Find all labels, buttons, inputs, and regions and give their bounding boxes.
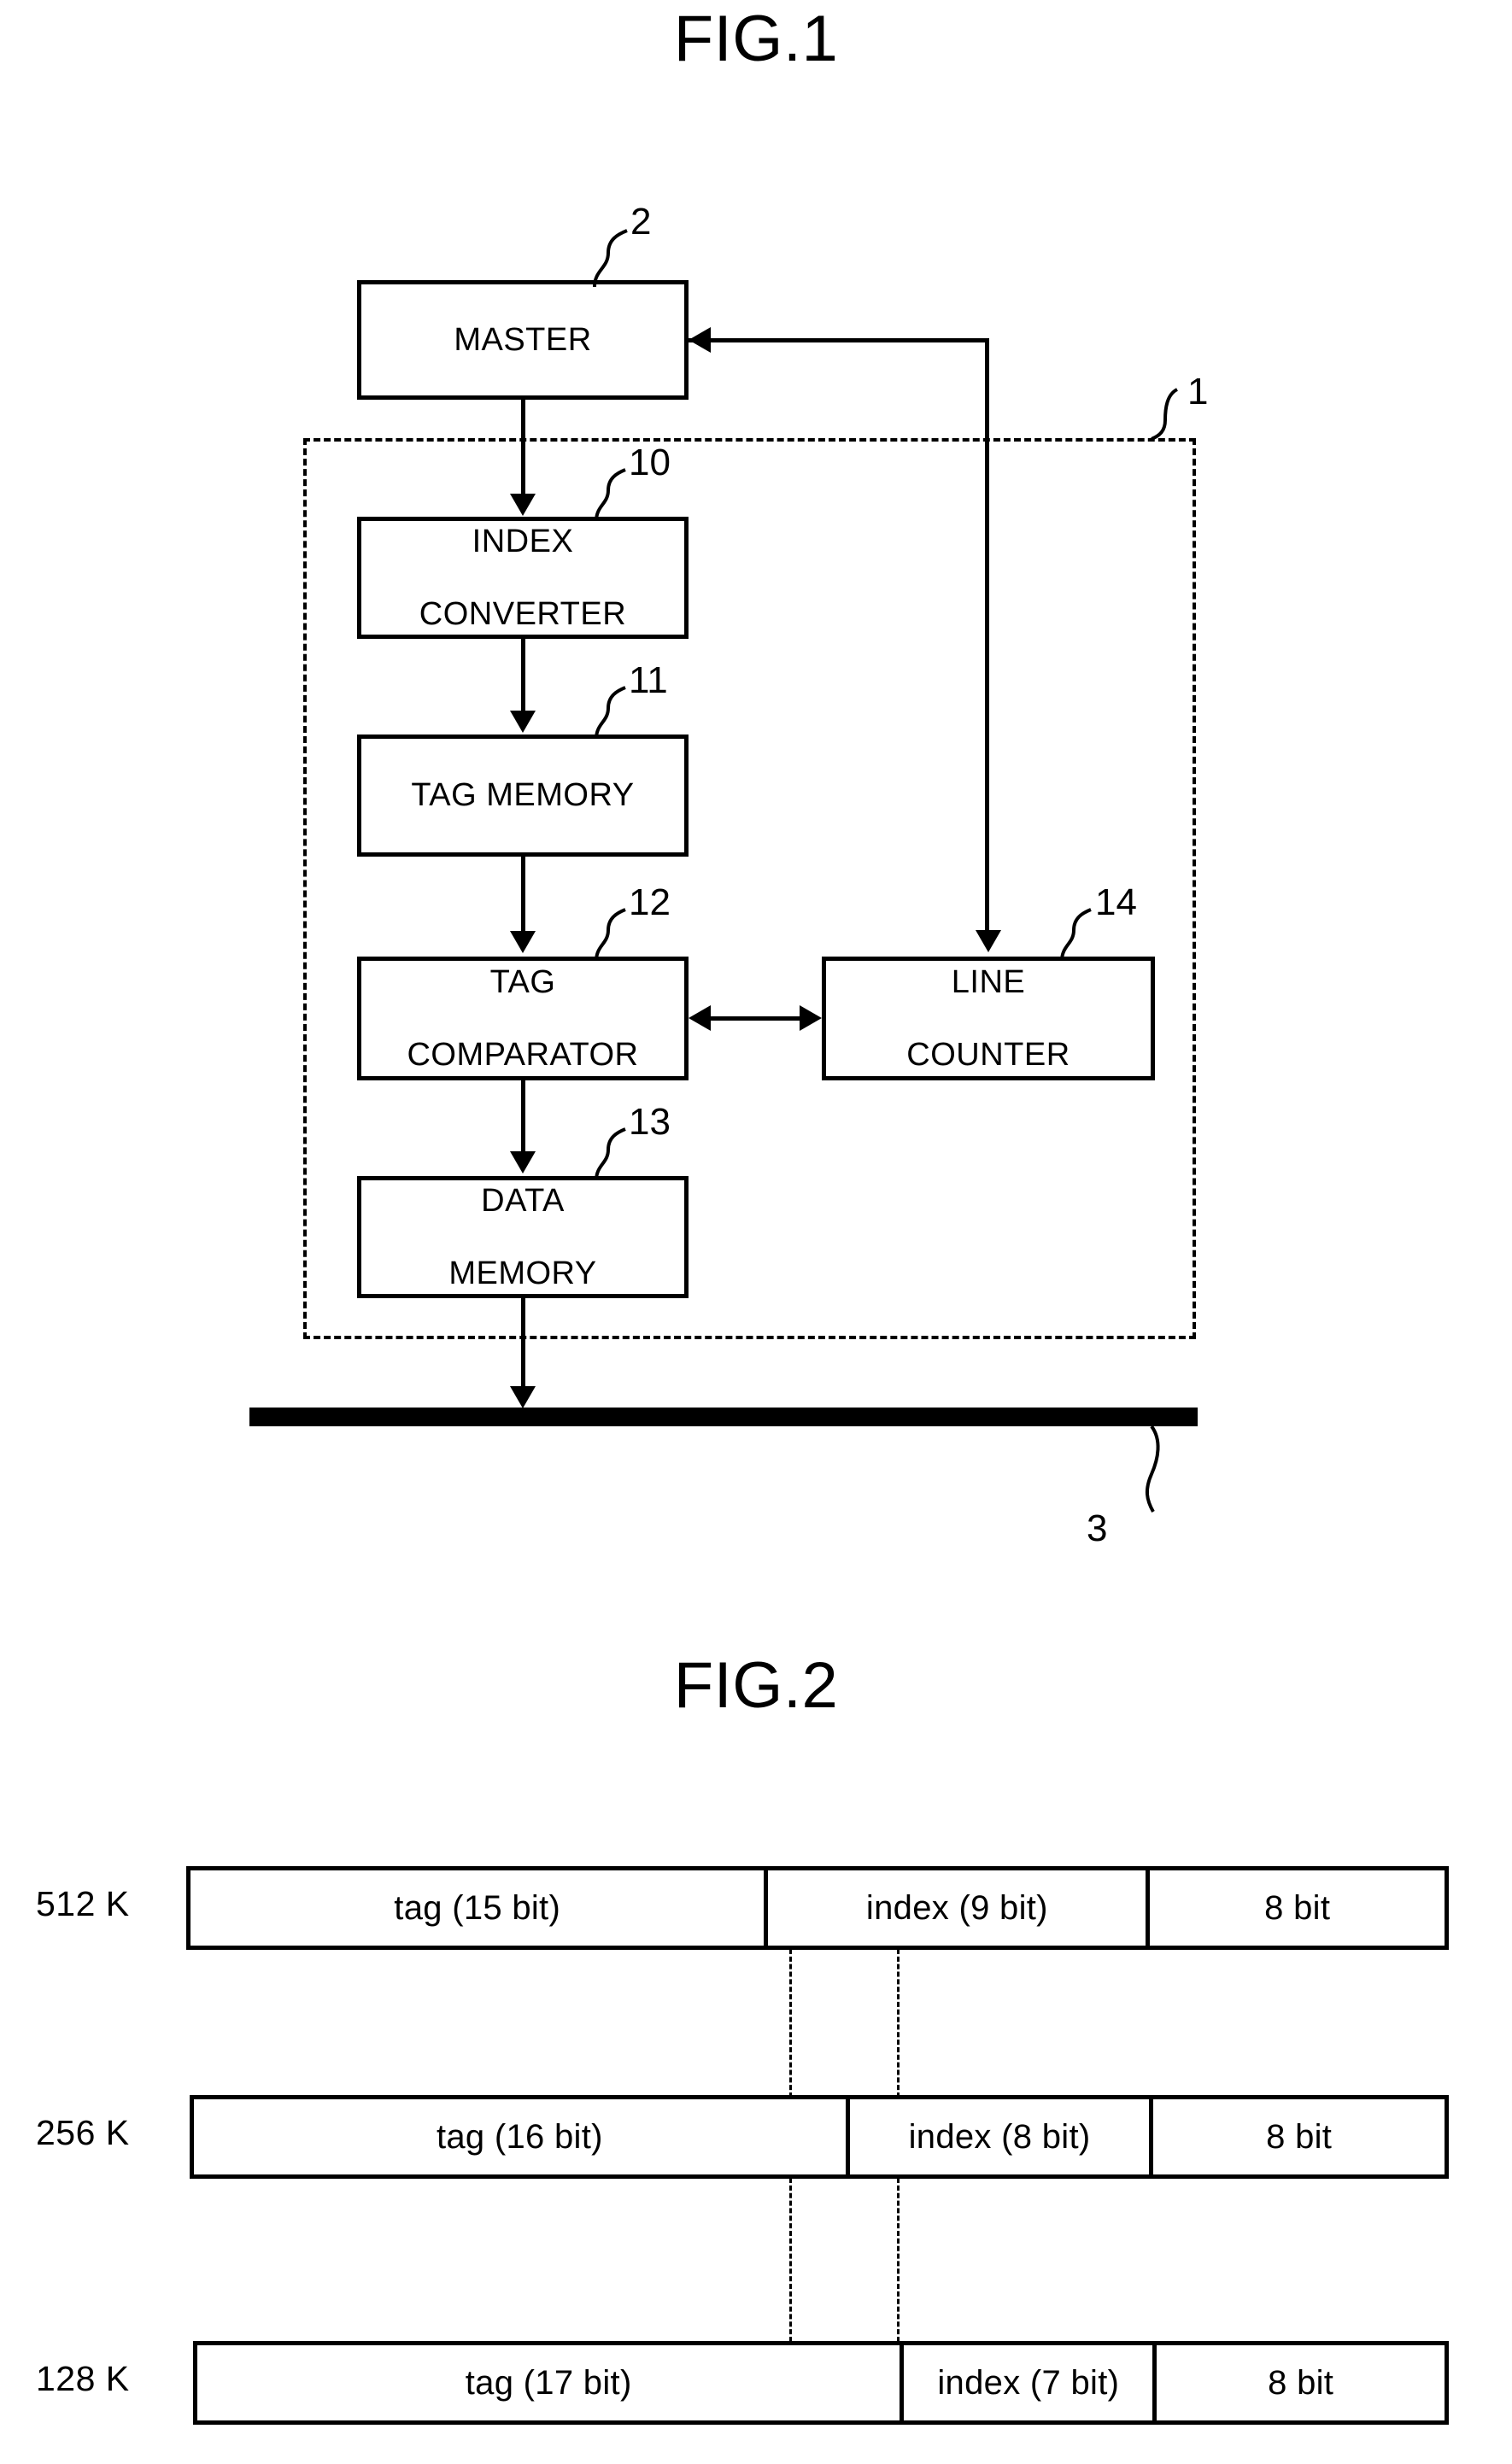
connector-tag-memory-to-tag-comparator: [521, 857, 525, 932]
system-bus: [249, 1408, 1198, 1426]
line-counter-line-1: LINE: [951, 963, 1026, 1000]
connector-data-memory-to-bus: [521, 1298, 525, 1387]
block-index-converter: INDEX CONVERTER: [357, 517, 689, 639]
connector-tag-comparator-to-data-memory: [521, 1080, 525, 1152]
ref-numeral-index-converter: 10: [629, 442, 671, 483]
ref-numeral-cache-enclosure: 1: [1187, 371, 1209, 413]
lead-line-bus: [1146, 1425, 1160, 1513]
ref-numeral-data-memory: 13: [629, 1101, 671, 1143]
tag-comparator-line-2: COMPARATOR: [407, 1036, 639, 1073]
block-data-memory: DATA MEMORY: [357, 1176, 689, 1298]
arrowhead-index-converter-in: [510, 494, 536, 516]
block-tag-memory: TAG MEMORY: [357, 735, 689, 857]
connector-line-counter-to-master-horizontal: [689, 338, 989, 342]
row-label-128k: 128 K: [36, 2359, 130, 2398]
block-index-converter-label: INDEX CONVERTER: [361, 524, 684, 633]
figure-2-title: FIG.2: [673, 1649, 839, 1722]
field-offset-256k: 8 bit: [1149, 2099, 1445, 2174]
field-tag-128k: tag (17 bit): [465, 2363, 632, 2402]
address-format-row-512k: tag (15 bit) index (9 bit) 8 bit: [186, 1866, 1449, 1950]
guide-line-left-upper: [789, 1949, 792, 2098]
arrowhead-master-in: [689, 327, 711, 353]
block-data-memory-label: DATA MEMORY: [361, 1183, 684, 1292]
block-tag-memory-label: TAG MEMORY: [411, 777, 635, 814]
patent-drawing-sheet: FIG.1 MASTER 2 1 INDEX CONVERTER 10 TAG …: [0, 0, 1512, 2464]
field-index-128k: index (7 bit): [900, 2345, 1152, 2420]
guide-line-left-lower: [789, 2178, 792, 2342]
index-converter-line-2: CONVERTER: [419, 595, 627, 632]
guide-line-right-upper: [897, 1949, 900, 2098]
field-tag-256k: tag (16 bit): [436, 2117, 603, 2156]
row-label-256k: 256 K: [36, 2113, 130, 2152]
field-offset-128k: 8 bit: [1152, 2345, 1445, 2420]
field-offset-512k: 8 bit: [1146, 1870, 1445, 1946]
arrowhead-bus-in: [510, 1386, 536, 1408]
block-line-counter-label: LINE COUNTER: [826, 964, 1151, 1074]
ref-numeral-bus: 3: [1087, 1507, 1108, 1549]
arrowhead-toward-line-counter: [800, 1005, 822, 1031]
block-tag-comparator-label: TAG COMPARATOR: [361, 964, 684, 1074]
data-memory-line-1: DATA: [481, 1182, 565, 1219]
index-converter-line-1: INDEX: [472, 523, 574, 559]
figure-1-title: FIG.1: [673, 3, 839, 75]
connector-index-converter-to-tag-memory: [521, 639, 525, 711]
field-index-256k: index (8 bit): [845, 2099, 1150, 2174]
arrowhead-data-memory-in: [510, 1151, 536, 1173]
block-master-label: MASTER: [454, 321, 592, 358]
field-index-512k: index (9 bit): [764, 1870, 1146, 1946]
field-tag-512k: tag (15 bit): [394, 1888, 561, 1927]
address-format-row-128k: tag (17 bit) index (7 bit) 8 bit: [193, 2341, 1449, 2425]
row-label-512k: 512 K: [36, 1884, 130, 1923]
connector-line-counter-to-master-vertical: [985, 338, 989, 931]
guide-line-right-lower: [897, 2178, 900, 2342]
ref-numeral-tag-memory: 11: [629, 659, 668, 701]
block-line-counter: LINE COUNTER: [822, 957, 1155, 1080]
address-format-row-256k: tag (16 bit) index (8 bit) 8 bit: [190, 2095, 1449, 2179]
connector-master-to-index-converter: [521, 400, 525, 495]
ref-numeral-master: 2: [630, 201, 652, 243]
tag-comparator-line-1: TAG: [489, 963, 556, 1000]
arrowhead-tag-memory-in: [510, 711, 536, 733]
arrowhead-toward-tag-comparator: [689, 1005, 711, 1031]
ref-numeral-line-counter: 14: [1095, 881, 1137, 923]
data-memory-line-2: MEMORY: [448, 1255, 597, 1291]
line-counter-line-2: COUNTER: [906, 1036, 1070, 1073]
arrowhead-tag-comparator-in: [510, 931, 536, 953]
connector-tag-comparator-line-counter: [707, 1016, 800, 1021]
block-master: MASTER: [357, 280, 689, 400]
block-tag-comparator: TAG COMPARATOR: [357, 957, 689, 1080]
arrowhead-line-counter-in: [976, 930, 1001, 952]
ref-numeral-tag-comparator: 12: [629, 881, 671, 923]
